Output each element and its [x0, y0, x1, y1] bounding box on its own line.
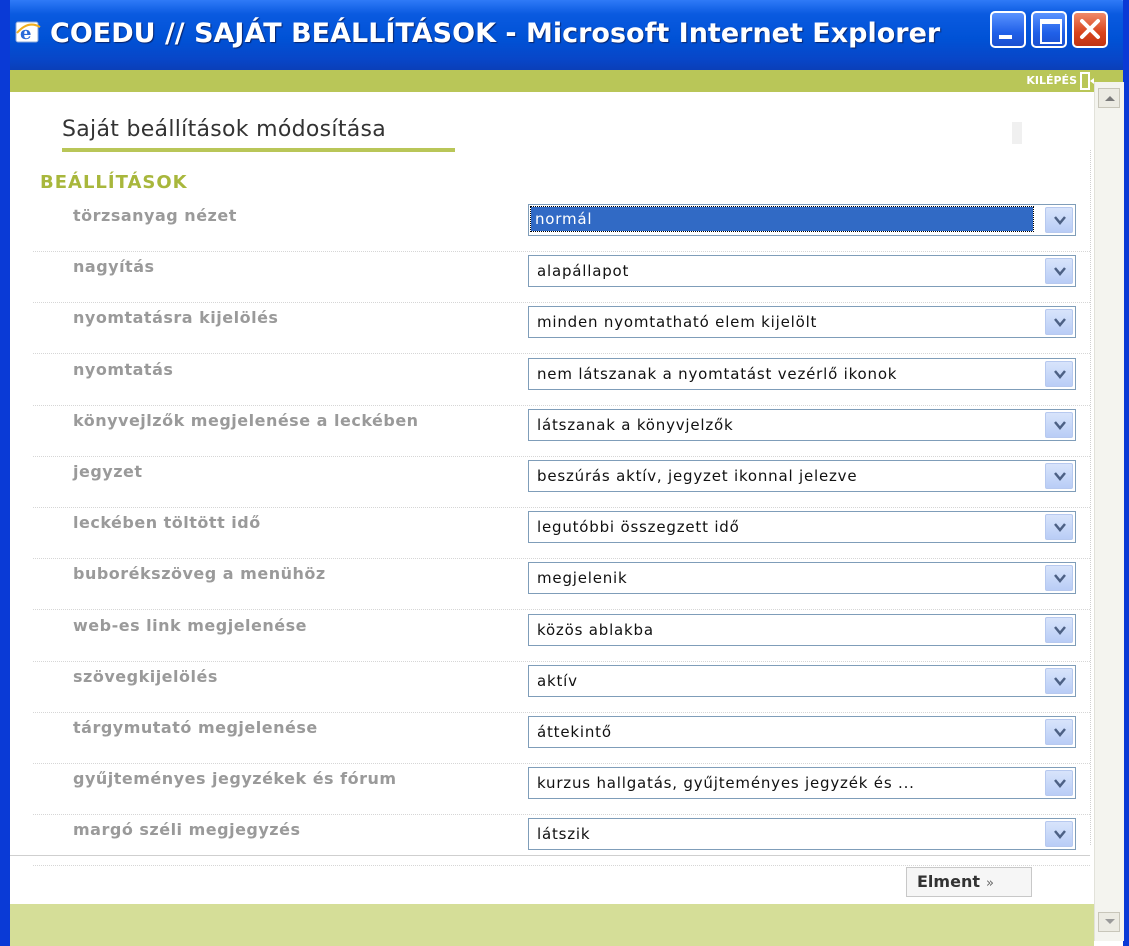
- setting-select-value: beszúrás aktív, jegyzet ikonnal jelezve: [537, 467, 858, 485]
- dropdown-arrow-icon[interactable]: [1045, 309, 1073, 335]
- setting-row: törzsanyag nézet normál: [33, 200, 1090, 252]
- setting-select[interactable]: látszik: [528, 818, 1076, 850]
- setting-select[interactable]: nem látszanak a nyomtatást vezérlő ikono…: [528, 358, 1076, 390]
- setting-label: gyűjteményes jegyzékek és fórum: [73, 769, 397, 788]
- setting-row: szövegkijelölés aktív: [33, 661, 1090, 713]
- dropdown-arrow-icon[interactable]: [1045, 617, 1073, 643]
- page-title: Saját beállítások módosítása: [62, 117, 387, 142]
- setting-row: web-es link megjelenése közös ablakba: [33, 610, 1090, 662]
- divider: [10, 855, 1090, 856]
- setting-row: könyvejlzők megjelenése a leckében látsza…: [33, 405, 1090, 457]
- dropdown-arrow-icon[interactable]: [1045, 565, 1073, 591]
- setting-select[interactable]: alapállapot: [528, 255, 1076, 287]
- setting-select-value: kurzus hallgatás, gyűjteményes jegyzék é…: [537, 774, 915, 792]
- minimize-button[interactable]: [990, 11, 1026, 48]
- dropdown-arrow-icon[interactable]: [1045, 514, 1073, 540]
- setting-select-value: látszik: [537, 825, 591, 843]
- setting-select-value: nem látszanak a nyomtatást vezérlő ikono…: [537, 365, 898, 383]
- window-titlebar: e COEDU // SAJÁT BEÁLLÍTÁSOK - Microsoft…: [0, 0, 1129, 70]
- setting-select-value: normál: [530, 206, 1034, 232]
- section-title: BEÁLLÍTÁSOK: [40, 172, 188, 193]
- maximize-button[interactable]: [1031, 11, 1067, 48]
- setting-row: gyűjteményes jegyzékek és fórum kurzus ha…: [33, 763, 1090, 815]
- maximize-icon: [1040, 19, 1062, 44]
- setting-label: jegyzet: [73, 462, 143, 481]
- chevron-down-icon: [1105, 919, 1115, 924]
- setting-select[interactable]: aktív: [528, 665, 1076, 697]
- setting-select-value: megjelenik: [537, 569, 628, 587]
- vertical-scrollbar[interactable]: [1094, 82, 1124, 941]
- setting-row: nagyítás alapállapot: [33, 251, 1090, 303]
- setting-label: törzsanyag nézet: [73, 206, 237, 225]
- setting-row: margó széli megjegyzés látszik: [33, 814, 1090, 866]
- setting-select-value: áttekintő: [537, 723, 612, 741]
- setting-label: nyomtatás: [73, 360, 174, 379]
- setting-select-value: közös ablakba: [537, 621, 654, 639]
- vertical-divider: [1090, 150, 1091, 845]
- close-button[interactable]: [1072, 11, 1108, 48]
- internet-explorer-icon: e: [14, 18, 42, 46]
- setting-label: szövegkijelölés: [73, 667, 218, 686]
- setting-select[interactable]: minden nyomtatható elem kijelölt: [528, 306, 1076, 338]
- divider-marker: [1012, 122, 1022, 144]
- setting-select[interactable]: megjelenik: [528, 562, 1076, 594]
- dropdown-arrow-icon[interactable]: [1045, 719, 1073, 745]
- exit-link[interactable]: KILÉPÉS: [1026, 70, 1077, 92]
- chevron-up-icon: [1105, 96, 1115, 101]
- dropdown-arrow-icon[interactable]: [1045, 668, 1073, 694]
- setting-select[interactable]: áttekintő: [528, 716, 1076, 748]
- dropdown-arrow-icon[interactable]: [1045, 207, 1073, 233]
- minimize-icon: [999, 35, 1012, 39]
- setting-row: nyomtatás nem látszanak a nyomtatást vezé…: [33, 354, 1090, 406]
- dropdown-arrow-icon[interactable]: [1045, 258, 1073, 284]
- setting-select-value: aktív: [537, 672, 578, 690]
- setting-label: margó széli megjegyzés: [73, 820, 301, 839]
- dropdown-arrow-icon[interactable]: [1045, 821, 1073, 847]
- close-icon: [1080, 19, 1100, 39]
- setting-select[interactable]: legutóbbi összegzett idő: [528, 511, 1076, 543]
- window-frame-left: [0, 0, 10, 946]
- dropdown-arrow-icon[interactable]: [1045, 463, 1073, 489]
- dropdown-arrow-icon[interactable]: [1045, 361, 1073, 387]
- dropdown-arrow-icon[interactable]: [1045, 412, 1073, 438]
- setting-select[interactable]: kurzus hallgatás, gyűjteményes jegyzék é…: [528, 767, 1076, 799]
- setting-label: buborékszöveg a menühöz: [73, 564, 326, 583]
- footer-bar: [10, 904, 1094, 946]
- scroll-up-button[interactable]: [1098, 88, 1120, 108]
- setting-label: leckében töltött idő: [73, 513, 261, 532]
- setting-label: tárgymutató megjelenése: [73, 718, 318, 737]
- scroll-down-button[interactable]: [1098, 912, 1120, 932]
- setting-label: web-es link megjelenése: [73, 616, 308, 635]
- setting-row: tárgymutató megjelenése áttekintő: [33, 712, 1090, 764]
- title-underline: [62, 148, 455, 152]
- setting-label: nyomtatásra kijelölés: [73, 308, 279, 327]
- setting-select[interactable]: közös ablakba: [528, 614, 1076, 646]
- setting-select-value: legutóbbi összegzett idő: [537, 518, 740, 536]
- save-button-label: Elment: [917, 872, 980, 891]
- double-chevron-icon: »: [985, 876, 994, 891]
- setting-row: leckében töltött idő legutóbbi összegzett…: [33, 507, 1090, 559]
- door-exit-icon[interactable]: [1079, 72, 1095, 94]
- setting-select[interactable]: normál: [528, 204, 1076, 236]
- setting-row: jegyzet beszúrás aktív, jegyzet ikonnal j…: [33, 456, 1090, 508]
- setting-select[interactable]: beszúrás aktív, jegyzet ikonnal jelezve: [528, 460, 1076, 492]
- setting-select-value: látszanak a könyvjelzők: [537, 416, 734, 434]
- setting-select-value: alapállapot: [537, 262, 630, 280]
- setting-row: nyomtatásra kijelölés minden nyomtatható …: [33, 302, 1090, 354]
- setting-label: nagyítás: [73, 257, 155, 276]
- dropdown-arrow-icon[interactable]: [1045, 770, 1073, 796]
- setting-select-value: minden nyomtatható elem kijelölt: [537, 313, 818, 331]
- setting-label: könyvejlzők megjelenése a leckében: [73, 411, 419, 430]
- window-title: COEDU // SAJÁT BEÁLLÍTÁSOK - Microsoft I…: [50, 18, 941, 49]
- setting-select[interactable]: látszanak a könyvjelzők: [528, 409, 1076, 441]
- setting-row: buborékszöveg a menühöz megjelenik: [33, 558, 1090, 610]
- save-button[interactable]: Elment »: [906, 867, 1032, 897]
- header-bar: KILÉPÉS: [10, 70, 1123, 92]
